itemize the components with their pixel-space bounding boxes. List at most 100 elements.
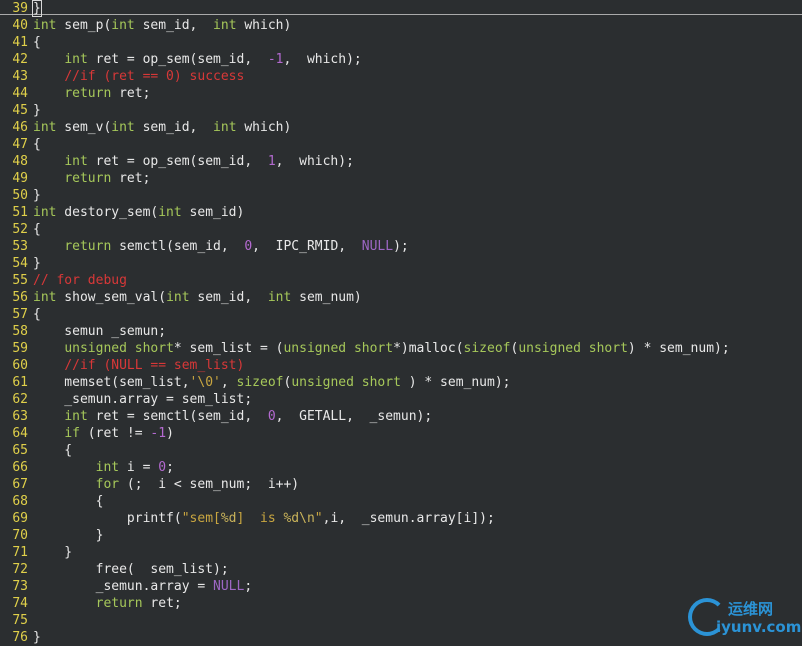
line-number: 62 [12,392,28,407]
code-line[interactable]: 61 memset(sem_list,'\0', sizeof(unsigned… [0,374,802,391]
line-number: 54 [12,256,28,271]
line-number: 73 [12,579,28,594]
line-code: memset(sem_list,'\0', sizeof(unsigned sh… [33,375,511,390]
line-number: 46 [12,120,28,135]
line-code: semun _semun; [33,324,167,339]
line-number: 39 [12,1,28,16]
line-number: 75 [12,613,28,628]
code-line[interactable]: 50} [0,187,802,204]
line-code: { [33,35,41,50]
watermark-cn: 运维网 [728,600,774,618]
line-number: 68 [12,494,28,509]
line-number: 57 [12,307,28,322]
code-line[interactable]: 49 return ret; [0,170,802,187]
watermark-logo: 运维网 iyunv.com [688,596,802,640]
code-line[interactable]: 59 unsigned short* sem_list = (unsigned … [0,340,802,357]
line-number: 40 [12,18,28,33]
line-number: 74 [12,596,28,611]
code-line[interactable]: 44 return ret; [0,85,802,102]
code-line[interactable]: 43 //if (ret == 0) success [0,68,802,85]
code-line[interactable]: 55 // for debug [0,272,802,289]
line-code: return semctl(sem_id, 0, IPC_RMID, NULL)… [64,239,409,254]
code-line[interactable]: 72 free( sem_list); [0,561,802,578]
code-line[interactable]: 39} [0,0,802,17]
watermark-en: iyunv.com [716,618,802,636]
line-number: 71 [12,545,28,560]
code-line[interactable]: 75 [0,612,802,629]
line-number: 59 [12,341,28,356]
line-code: int ret = semctl(sem_id, 0, GETALL, _sem… [64,409,433,424]
line-code: } [33,188,41,203]
line-number: 64 [12,426,28,441]
line-code: } [33,545,73,560]
line-code: } [33,256,41,271]
line-number: 63 [12,409,28,424]
line-number: 56 [12,290,28,305]
code-line[interactable]: 48 int ret = op_sem(sem_id, 1, which); [0,153,802,170]
code-line[interactable]: 46 int sem_v(int sem_id, int which) [0,119,802,136]
line-code: _semun.array = sem_list; [33,392,253,407]
code-line[interactable]: 42 int ret = op_sem(sem_id, -1, which); [0,51,802,68]
code-line[interactable]: 70 } [0,527,802,544]
code-line[interactable]: 51 int destory_sem(int sem_id) [0,204,802,221]
code-line[interactable]: 45} [0,102,802,119]
line-code: int destory_sem(int sem_id) [33,205,245,220]
line-code: } [33,528,104,543]
code-line[interactable]: 66 int i = 0; [0,459,802,476]
line-code: int sem_v(int sem_id, int which) [33,120,292,135]
line-number: 42 [12,52,28,67]
code-line[interactable]: 41 { [0,34,802,51]
line-code: { [33,307,41,322]
line-number: 60 [12,358,28,373]
code-line[interactable]: 76} [0,629,802,646]
line-code: int show_sem_val(int sem_id, int sem_num… [33,290,362,305]
line-code: return ret; [95,596,182,611]
line-number: 67 [12,477,28,492]
code-line[interactable]: 57 { [0,306,802,323]
line-number: 50 [12,188,28,203]
line-code: return ret; [64,171,151,186]
code-line[interactable]: 40 int sem_p(int sem_id, int which) [0,17,802,34]
line-number: 49 [12,171,28,186]
line-number: 72 [12,562,28,577]
line-number: 43 [12,69,28,84]
code-line[interactable]: 62 _semun.array = sem_list; [0,391,802,408]
code-line[interactable]: 64 if (ret != -1) [0,425,802,442]
line-number: 70 [12,528,28,543]
line-code: } [33,103,41,118]
code-line[interactable]: 58 semun _semun; [0,323,802,340]
line-code: int sem_p(int sem_id, int which) [33,18,292,33]
code-line[interactable]: 54} [0,255,802,272]
code-line[interactable]: 71 } [0,544,802,561]
line-number: 45 [12,103,28,118]
code-line[interactable]: 60 //if (NULL == sem_list) [0,357,802,374]
code-line[interactable]: 56 int show_sem_val(int sem_id, int sem_n… [0,289,802,306]
line-number: 48 [12,154,28,169]
line-code: int i = 0; [95,460,174,475]
line-number: 55 [12,273,28,288]
line-code: unsigned short* sem_list = (unsigned sho… [64,341,730,356]
line-number: 47 [12,137,28,152]
line-code: { [33,137,41,152]
line-code: int ret = op_sem(sem_id, 1, which); [64,154,354,169]
code-line[interactable]: 52 { [0,221,802,238]
line-code: { [33,494,104,509]
line-code: for (; i < sem_num; i++) [95,477,300,492]
line-code: } [33,630,41,645]
code-line[interactable]: 53 return semctl(sem_id, 0, IPC_RMID, NU… [0,238,802,255]
code-line[interactable]: 68 { [0,493,802,510]
line-code: if (ret != -1) [64,426,174,441]
code-line[interactable]: 47 { [0,136,802,153]
code-editor[interactable]: 39} 40 int sem_p(int sem_id, int which) 41{… [0,0,802,646]
line-number: 52 [12,222,28,237]
code-line[interactable]: 73 _semun.array = NULL; [0,578,802,595]
code-line[interactable]: 63 int ret = semctl(sem_id, 0, GETALL, _… [0,408,802,425]
line-code: //if (ret == 0) success [64,69,245,84]
line-number: 61 [12,375,28,390]
code-line[interactable]: 65 { [0,442,802,459]
code-line[interactable]: 74 return ret; [0,595,802,612]
line-number: 76 [12,630,28,645]
line-number: 41 [12,35,28,50]
code-line[interactable]: 69 printf("sem[%d] is %d\n",i, _semun.ar… [0,510,802,527]
code-line[interactable]: 67 for (; i < sem_num; i++) [0,476,802,493]
